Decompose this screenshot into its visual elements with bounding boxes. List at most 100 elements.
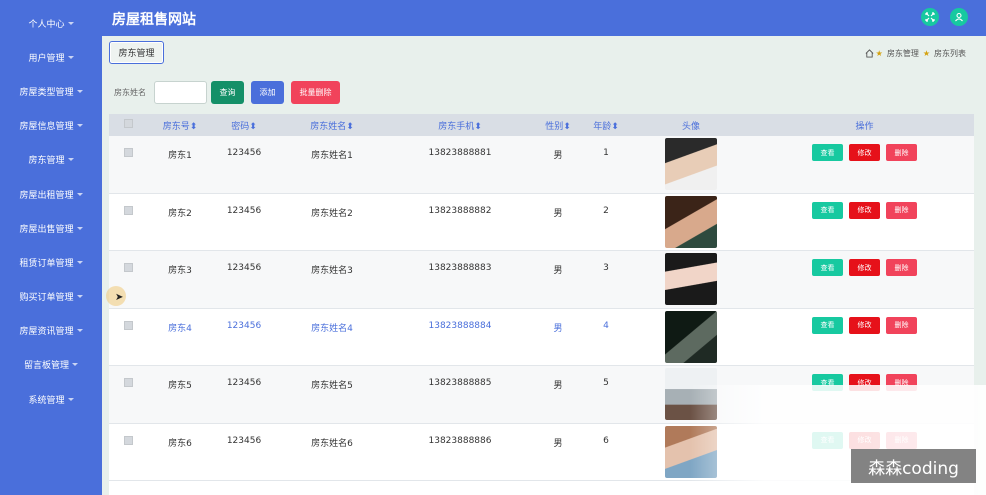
chevron-down-icon bbox=[76, 192, 83, 196]
cell-phone: 13823888882 bbox=[428, 205, 492, 216]
sidebar-item-label: 房屋出租管理 bbox=[19, 190, 74, 201]
cell-id: 房东2 bbox=[168, 208, 192, 219]
table-header: 房东号⬍ 密码⬍ 房东姓名⬍ 房东手机⬍ 性别⬍ 年龄⬍ 头像 操作 bbox=[109, 114, 974, 136]
view-button[interactable]: 查看 bbox=[812, 316, 843, 334]
cell-phone: 13823888881 bbox=[428, 148, 492, 158]
sidebar-item-rentals[interactable]: 房屋出租管理 bbox=[0, 177, 102, 211]
row-checkbox[interactable] bbox=[123, 263, 133, 272]
sidebar-item-label: 留言板管理 bbox=[23, 361, 69, 372]
home-icon[interactable] bbox=[865, 49, 874, 58]
sidebar-item-messages[interactable]: 留言板管理 bbox=[0, 348, 102, 382]
cell-phone: 13823888884 bbox=[428, 320, 492, 331]
column-header-name[interactable]: 房东姓名⬍ bbox=[275, 119, 389, 132]
select-all-cell bbox=[109, 119, 147, 131]
cell-id: 房东3 bbox=[168, 266, 192, 276]
column-header-gender[interactable]: 性别⬍ bbox=[531, 119, 585, 132]
cell-phone: 13823888883 bbox=[428, 263, 492, 273]
edit-button[interactable]: 修改 bbox=[849, 316, 880, 334]
column-header-id[interactable]: 房东号⬍ bbox=[147, 119, 213, 132]
edit-button[interactable]: 修改 bbox=[849, 144, 880, 161]
delete-button[interactable]: 删除 bbox=[886, 316, 917, 334]
star-icon: ★ bbox=[875, 49, 883, 58]
star-icon: ★ bbox=[922, 49, 930, 58]
avatar[interactable] bbox=[665, 195, 717, 248]
cell-name: 房东姓名4 bbox=[311, 323, 353, 334]
avatar[interactable] bbox=[665, 138, 717, 190]
sidebar-item-label: 个人中心 bbox=[28, 19, 65, 30]
cell-name: 房东姓名2 bbox=[311, 208, 353, 219]
cell-age: 1 bbox=[603, 148, 609, 158]
search-label: 房东姓名 bbox=[114, 88, 146, 97]
column-header-phone[interactable]: 房东手机⬍ bbox=[389, 119, 531, 132]
table-row: 房东3 123456 房东姓名3 13823888883 男 3 查看 修改 删除 bbox=[109, 251, 974, 309]
sidebar-item-label: 房东管理 bbox=[28, 156, 65, 167]
cell-password: 123456 bbox=[226, 320, 262, 331]
chevron-down-icon bbox=[67, 21, 74, 25]
sidebar-item-sales[interactable]: 房屋出售管理 bbox=[0, 211, 102, 245]
column-header-ops: 操作 bbox=[855, 121, 874, 132]
sidebar-item-landlords[interactable]: 房东管理 bbox=[0, 143, 102, 177]
row-checkbox[interactable] bbox=[123, 378, 133, 387]
row-checkbox[interactable] bbox=[123, 148, 133, 157]
column-header-age[interactable]: 年龄⬍ bbox=[585, 119, 627, 132]
query-button[interactable]: 查询 bbox=[211, 81, 244, 104]
cell-gender: 男 bbox=[553, 266, 563, 276]
sidebar-item-label: 房屋类型管理 bbox=[19, 87, 74, 98]
user-button[interactable] bbox=[950, 8, 968, 26]
add-button[interactable]: 添加 bbox=[251, 81, 284, 104]
sidebar-item-house-info[interactable]: 房屋信息管理 bbox=[0, 109, 102, 143]
sidebar: 个人中心 用户管理 房屋类型管理 房屋信息管理 房东管理 房屋出租管理 房屋出售… bbox=[0, 0, 102, 495]
row-checkbox[interactable] bbox=[123, 435, 133, 445]
cell-password: 123456 bbox=[226, 435, 262, 446]
breadcrumb-item[interactable]: 房东管理 bbox=[887, 48, 919, 59]
delete-button[interactable]: 删除 bbox=[886, 259, 917, 276]
table-row: 房东1 123456 房东姓名1 13823888881 男 1 查看 修改 删除 bbox=[109, 136, 974, 194]
sidebar-item-label: 租赁订单管理 bbox=[19, 258, 74, 269]
sidebar-item-purchase-orders[interactable]: 购买订单管理 bbox=[0, 280, 102, 314]
cell-name: 房东姓名3 bbox=[311, 266, 353, 276]
cell-name: 房东姓名1 bbox=[311, 151, 353, 161]
sidebar-item-house-types[interactable]: 房屋类型管理 bbox=[0, 74, 102, 108]
search-bar: 房东姓名 查询 添加 批量删除 bbox=[114, 81, 347, 104]
column-header-avatar: 头像 bbox=[681, 121, 700, 132]
sidebar-item-label: 用户管理 bbox=[28, 53, 65, 64]
cell-name: 房东姓名5 bbox=[311, 381, 353, 391]
cell-id: 房东6 bbox=[168, 438, 192, 449]
avatar[interactable] bbox=[665, 253, 717, 305]
row-checkbox[interactable] bbox=[123, 320, 133, 330]
cell-id: 房东5 bbox=[168, 381, 192, 391]
edit-button[interactable]: 修改 bbox=[849, 201, 880, 219]
batch-delete-button[interactable]: 批量删除 bbox=[291, 81, 340, 104]
cell-gender: 男 bbox=[553, 438, 563, 449]
view-button[interactable]: 查看 bbox=[812, 259, 843, 276]
cell-gender: 男 bbox=[553, 323, 563, 334]
chevron-down-icon bbox=[76, 329, 83, 333]
cell-id: 房东4 bbox=[168, 323, 192, 334]
select-all-checkbox[interactable] bbox=[123, 119, 133, 128]
chevron-down-icon bbox=[76, 89, 83, 93]
cell-age: 5 bbox=[603, 378, 609, 388]
row-checkbox[interactable] bbox=[123, 205, 133, 215]
view-button[interactable]: 查看 bbox=[812, 144, 843, 161]
sidebar-item-lease-orders[interactable]: 租赁订单管理 bbox=[0, 245, 102, 279]
edit-button[interactable]: 修改 bbox=[849, 259, 880, 276]
cell-age: 3 bbox=[603, 263, 609, 273]
chevron-down-icon bbox=[76, 124, 83, 128]
cell-gender: 男 bbox=[553, 381, 563, 391]
cell-gender: 男 bbox=[553, 208, 563, 219]
landlord-name-input[interactable] bbox=[154, 81, 207, 104]
fullscreen-button[interactable] bbox=[921, 8, 939, 26]
sidebar-item-system[interactable]: 系统管理 bbox=[0, 382, 102, 416]
delete-button[interactable]: 删除 bbox=[886, 201, 917, 219]
cell-id: 房东1 bbox=[168, 151, 192, 161]
sidebar-item-personal-center[interactable]: 个人中心 bbox=[0, 6, 102, 40]
view-button[interactable]: 查看 bbox=[812, 201, 843, 219]
sidebar-item-users[interactable]: 用户管理 bbox=[0, 40, 102, 74]
delete-button[interactable]: 删除 bbox=[886, 144, 917, 161]
avatar[interactable] bbox=[665, 310, 717, 363]
tab-landlord-management[interactable]: 房东管理 bbox=[109, 41, 164, 64]
chevron-down-icon bbox=[76, 260, 83, 264]
sidebar-item-news[interactable]: 房屋资讯管理 bbox=[0, 314, 102, 348]
column-header-password[interactable]: 密码⬍ bbox=[213, 119, 275, 132]
chevron-down-icon bbox=[76, 295, 83, 299]
